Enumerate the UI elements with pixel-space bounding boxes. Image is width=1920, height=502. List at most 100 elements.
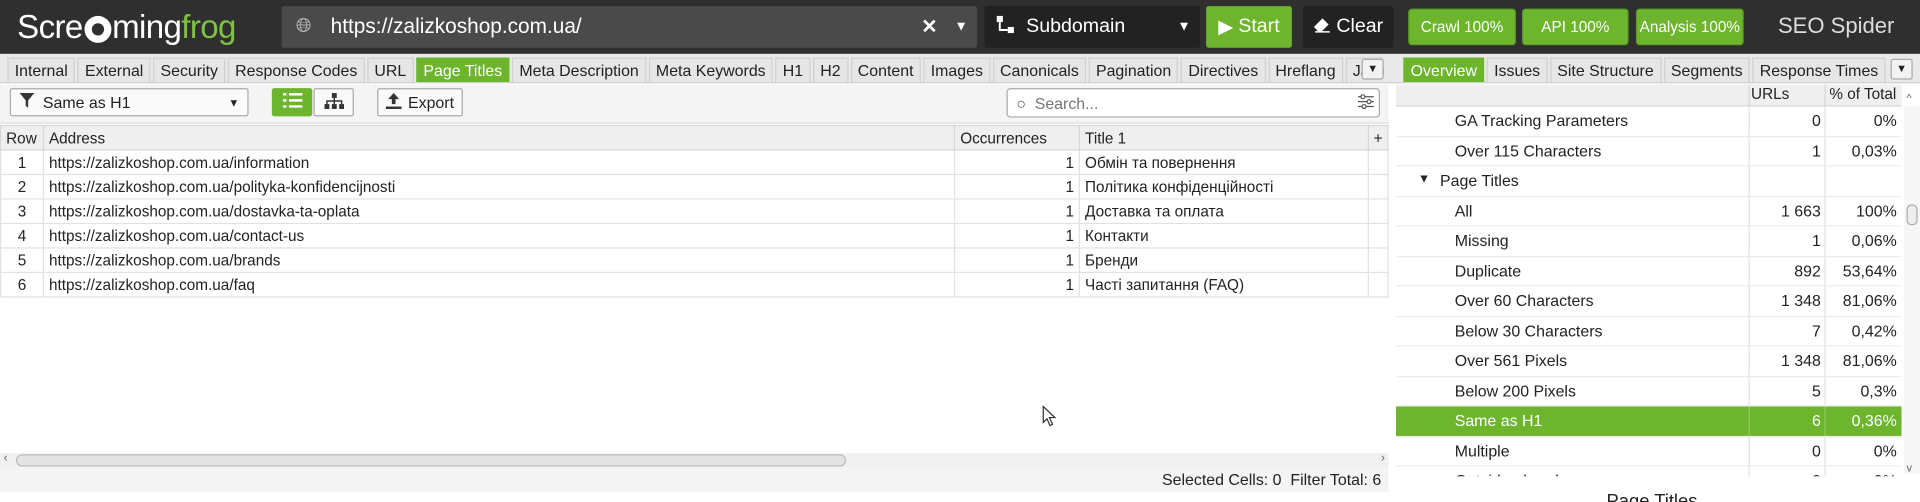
overview-row-pct: 0% [1874,471,1897,476]
search-input[interactable] [1034,93,1352,113]
column-divider [1748,406,1750,436]
column-header-pct-total[interactable]: % of Total [1829,86,1896,103]
tab-external[interactable]: External [77,57,151,83]
column-header-address[interactable]: Address [42,124,956,151]
hierarchy-icon [984,14,1026,40]
table-row[interactable]: 5 https://zalizkoshop.com.ua/brands 1 Бренд… [0,247,1389,274]
tab-page-titles[interactable]: Page Titles [416,57,510,83]
tab-meta-description[interactable]: Meta Description [511,57,647,83]
overview-group-row[interactable]: ▼ Page Titles [1395,166,1902,197]
url-history-dropdown-icon[interactable]: ▼ [945,20,977,35]
column-header-occurrences[interactable]: Occurrences [954,124,1081,151]
scroll-down-icon[interactable]: v [1907,462,1913,474]
table-row[interactable]: 1 https://zalizkoshop.com.ua/information 1… [0,149,1389,176]
row-padding [1367,222,1389,249]
column-divider [1748,286,1750,316]
tab-images[interactable]: Images [923,57,991,83]
tab-hreflang[interactable]: Hreflang [1268,57,1343,83]
address-cell: https://zalizkoshop.com.ua/brands [42,247,956,274]
overview-row[interactable]: All 1 663 100% [1395,196,1902,227]
tab-pagination[interactable]: Pagination [1088,57,1179,83]
overview-row-pct: 53,64% [1842,261,1897,280]
overview-row[interactable]: Over 115 Characters 1 0,03% [1395,136,1902,167]
add-column-icon[interactable]: + [1367,124,1389,151]
row-padding [1367,247,1389,274]
column-header-row[interactable]: Row [0,124,45,151]
title-cell: Контакти [1078,222,1369,249]
tab-url[interactable]: URL [367,57,414,83]
export-button[interactable]: Export [377,88,463,117]
filter-select[interactable]: Same as H1 ▼ [9,88,249,117]
tab-overview[interactable]: Overview [1403,57,1485,83]
overview-row[interactable]: Outside <head> 0 0% [1396,466,1902,477]
clear-url-icon[interactable]: ✕ [913,15,945,39]
overview-row-urls: 6 [1811,411,1821,430]
column-divider [1824,136,1826,166]
tab-segments[interactable]: Segments [1663,57,1750,83]
column-divider [1748,346,1750,376]
scrollbar-thumb[interactable] [1906,204,1918,226]
column-divider [1824,226,1826,256]
tab-site-structure[interactable]: Site Structure [1549,57,1662,83]
column-divider [1748,136,1750,166]
overview-row[interactable]: Multiple 0 0% [1395,436,1902,467]
column-divider [1824,316,1826,346]
table-row[interactable]: 6 https://zalizkoshop.com.ua/faq 1 Часті за… [0,271,1389,298]
tab-h1[interactable]: H1 [775,57,811,83]
vertical-scrollbar[interactable]: ^ v [1904,92,1920,474]
overview-row[interactable]: Below 30 Characters 7 0,42% [1395,316,1902,347]
table-row[interactable]: 3 https://zalizkoshop.com.ua/dostavka-ta-… [0,198,1389,225]
overview-row[interactable]: Missing 1 0,06% [1395,226,1902,257]
more-tabs-left-icon[interactable]: ▼ [1361,58,1384,80]
url-bar[interactable]: 🌐︎ https://zalizkoshop.com.ua/ ✕ ▼ [281,6,978,48]
chevron-down-icon: ▼ [1177,19,1191,35]
scroll-left-icon[interactable]: ‹ [4,452,8,465]
tab-directives[interactable]: Directives [1181,57,1266,83]
tab-meta-keywords[interactable]: Meta Keywords [648,57,773,83]
tab-response-codes[interactable]: Response Codes [227,57,365,83]
row-number: 6 [0,271,45,298]
scroll-right-icon[interactable]: › [1381,452,1385,465]
analysis-progress-badge[interactable]: Analysis 100% [1635,8,1744,46]
clear-label: Clear [1336,15,1384,37]
overview-row[interactable]: Duplicate 892 53,64% [1395,256,1902,287]
column-divider [1824,106,1826,136]
clear-button[interactable]: Clear [1302,6,1394,48]
search-box[interactable]: ○ [1006,88,1381,118]
tab-content[interactable]: Content [850,57,921,83]
overview-row[interactable]: Over 561 Pixels 1 348 81,06% [1395,346,1902,377]
scroll-up-icon[interactable]: ^ [1907,92,1912,104]
overview-row[interactable]: Over 60 Characters 1 348 81,06% [1395,286,1902,317]
overview-row-label: Below 30 Characters [1454,321,1603,340]
tab-canonicals[interactable]: Canonicals [992,57,1087,83]
table-toolbar: Same as H1 ▼ Export ○ [0,84,1389,124]
list-view-button[interactable] [271,88,313,117]
table-row[interactable]: 2 https://zalizkoshop.com.ua/polityka-kon… [0,173,1389,200]
api-progress-badge[interactable]: API 100% [1522,8,1629,46]
overview-row[interactable]: Same as H1 6 0,36% [1395,406,1902,437]
overview-row[interactable]: GA Tracking Parameters 0 0% [1395,106,1902,137]
tab-internal[interactable]: Internal [7,57,76,83]
column-header-urls[interactable]: URLs [1751,86,1789,103]
tab-response-times[interactable]: Response Times [1752,57,1886,83]
column-divider [1824,196,1826,226]
tab-issues[interactable]: Issues [1486,57,1548,83]
address-cell: https://zalizkoshop.com.ua/dostavka-ta-o… [42,198,956,225]
search-options-icon[interactable] [1352,93,1379,112]
table-row[interactable]: 4 https://zalizkoshop.com.ua/contact-us 1 К… [0,222,1389,249]
url-input[interactable]: https://zalizkoshop.com.ua/ [326,15,914,39]
column-header-title-1[interactable]: Title 1 [1078,124,1369,151]
tree-view-button[interactable] [313,88,354,117]
overview-row[interactable]: Below 200 Pixels 5 0,3% [1395,376,1902,407]
crawl-progress-badge[interactable]: Crawl 100% [1408,8,1516,46]
overview-row-label: GA Tracking Parameters [1454,111,1629,130]
more-tabs-right-icon[interactable]: ▼ [1890,58,1913,80]
scrollbar-thumb[interactable] [15,454,847,467]
horizontal-scrollbar[interactable]: ‹ › [0,452,1389,468]
tab-security[interactable]: Security [153,57,226,83]
sitemap-icon [323,92,344,112]
expand-triangle-icon[interactable]: ▼ [1418,173,1430,186]
crawl-mode-select[interactable]: Subdomain ▼ [984,6,1201,48]
start-button[interactable]: ▶ Start [1206,6,1292,48]
tab-h2[interactable]: H2 [812,57,848,83]
